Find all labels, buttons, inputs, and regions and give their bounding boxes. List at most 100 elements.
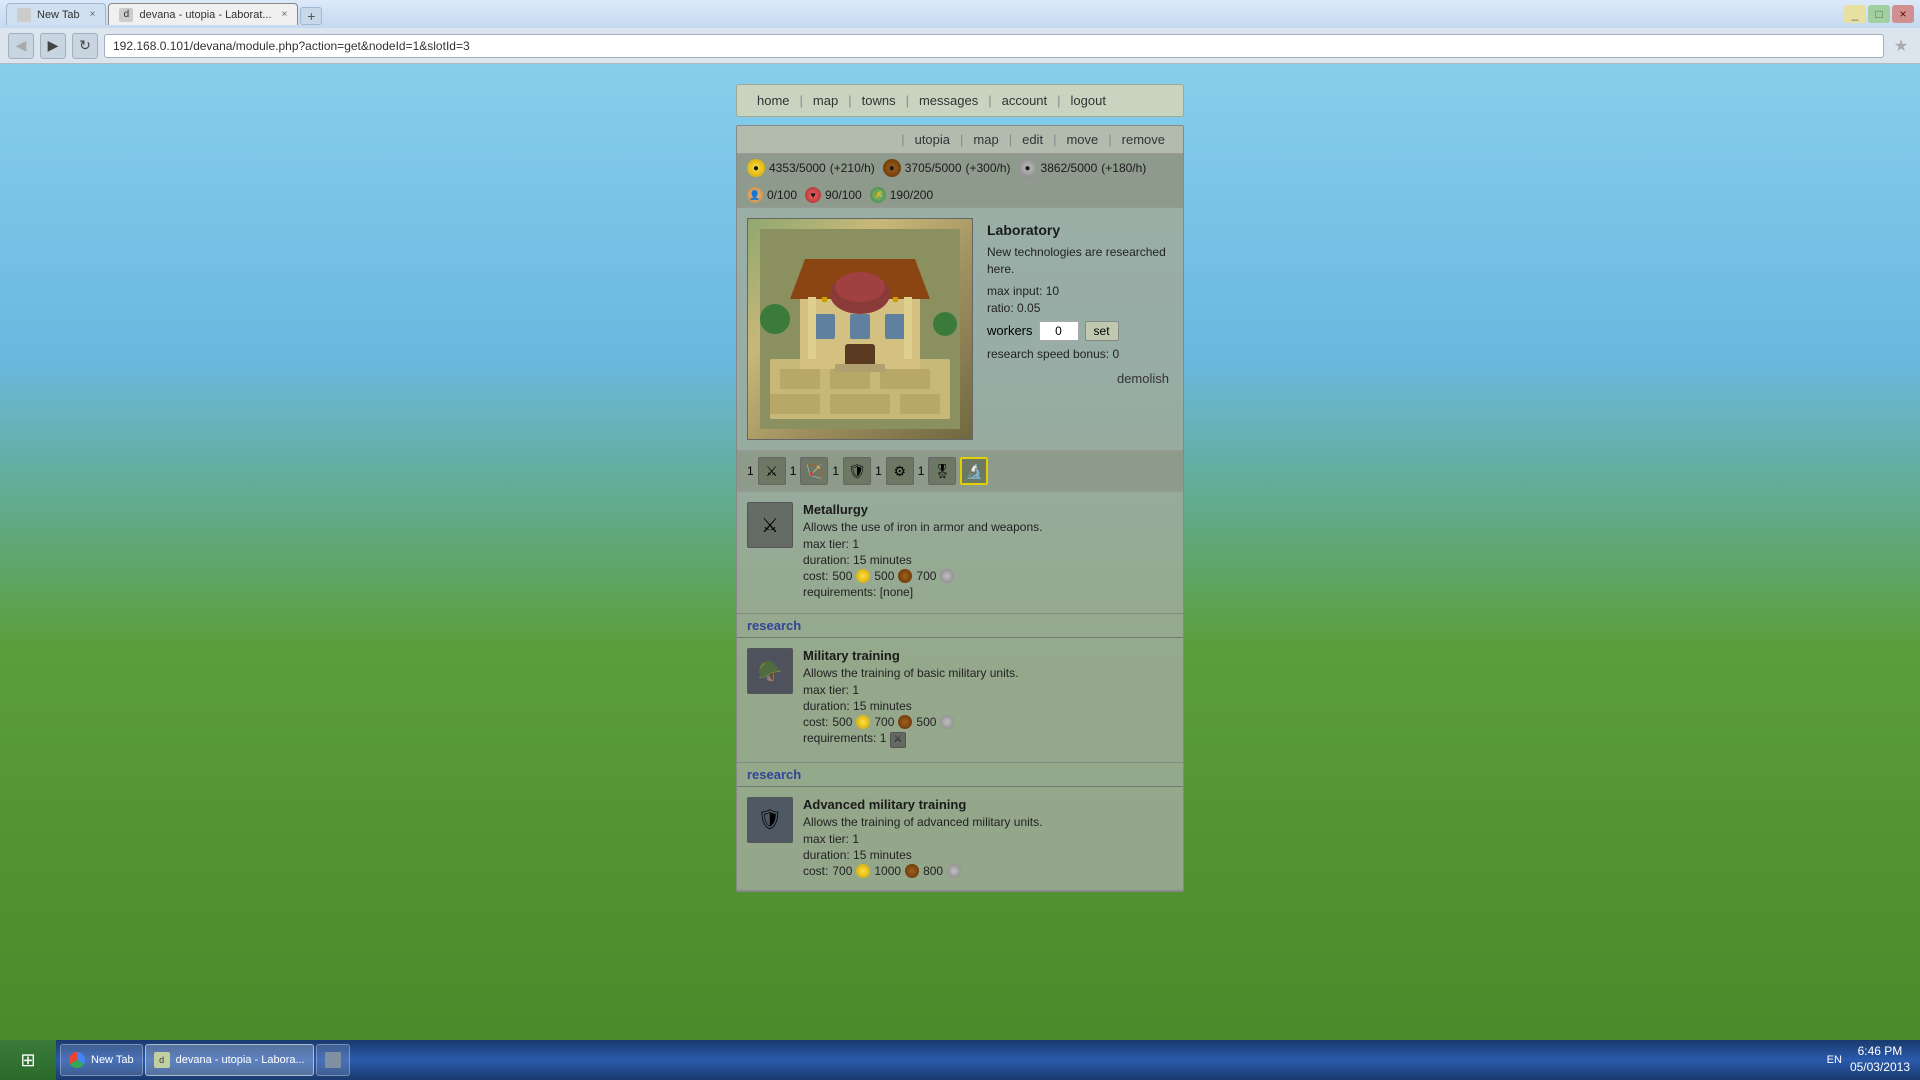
browser-tabs: New Tab × d devana - utopia - Laborat...… (6, 3, 1844, 25)
slot-number-2: 1 (790, 464, 797, 478)
population-value: 0/100 (767, 188, 797, 202)
cost-gold-icon-3 (856, 864, 870, 878)
action-edit[interactable]: edit (1014, 130, 1051, 149)
nav-home[interactable]: home (749, 91, 798, 110)
building-description: New technologies are researched here. (987, 244, 1169, 278)
address-bar[interactable] (104, 34, 1884, 58)
action-utopia[interactable]: utopia (907, 130, 958, 149)
research-military-row: research (737, 763, 1183, 787)
building-svg (760, 229, 960, 429)
action-map[interactable]: map (965, 130, 1006, 149)
slot-icon-6-active: 🔬 (960, 457, 988, 485)
slot-1[interactable]: ⚔ (758, 457, 786, 485)
tech-military-icon: 🪖 (747, 648, 793, 694)
tech-metallurgy-icon: ⚔ (747, 502, 793, 548)
reload-button[interactable]: ↻ (72, 33, 98, 59)
taskbar-tab-chrome[interactable]: New Tab (60, 1044, 143, 1076)
tech-military-duration: duration: 15 minutes (803, 699, 1173, 713)
workers-label: workers (987, 323, 1033, 338)
building-ratio: ratio: 0.05 (987, 301, 1169, 315)
nav-account[interactable]: account (994, 91, 1056, 110)
research-metallurgy-row: research (737, 614, 1183, 638)
tab-favicon (17, 8, 31, 22)
browser-window-controls: _ □ × (1844, 5, 1914, 23)
taskbar-tab-other[interactable] (316, 1044, 350, 1076)
demolish-link[interactable]: demolish (987, 371, 1169, 386)
slot-4[interactable]: ⚙ (886, 457, 914, 485)
slots-bar: 1 ⚔ 1 🏹 1 🛡 1 ⚙ 1 (737, 451, 1183, 492)
wood-icon: ● (883, 159, 901, 177)
cost-stone-icon-3 (947, 864, 961, 878)
forward-button[interactable]: ▶ (40, 33, 66, 59)
nav-towns[interactable]: towns (854, 91, 904, 110)
wood-value: 3705/5000 (905, 161, 962, 175)
cost-gold-icon-2 (856, 715, 870, 729)
close-tab-1[interactable]: × (90, 9, 96, 20)
action-bar: | utopia | map | edit | move | remove (737, 126, 1183, 154)
taskbar-tab-devana[interactable]: d devana - utopia - Labora... (145, 1044, 314, 1076)
tech-military-details: Military training Allows the training of… (803, 648, 1173, 752)
page-content: home | map | towns | messages | account … (0, 64, 1920, 1040)
gold-bonus: (+210/h) (830, 161, 875, 175)
slot-icon-1: ⚔ (758, 457, 786, 485)
slot-2[interactable]: 🏹 (800, 457, 828, 485)
close-tab-2[interactable]: × (282, 9, 288, 20)
action-move[interactable]: move (1058, 130, 1106, 149)
workers-input[interactable] (1039, 321, 1079, 341)
maximize-button[interactable]: □ (1868, 5, 1890, 23)
new-tab-button[interactable]: + (300, 7, 322, 25)
cost-wood-icon-1 (898, 569, 912, 583)
start-button[interactable]: ⊞ (0, 1040, 56, 1080)
taskbar-tab-title-1: New Tab (91, 1054, 134, 1066)
taskbar-items: New Tab d devana - utopia - Labora... (56, 1044, 1817, 1076)
req-icon-military: ⚔ (890, 732, 906, 748)
browser-toolbar: ◀ ▶ ↻ ★ (0, 28, 1920, 64)
close-button[interactable]: × (1892, 5, 1914, 23)
cost-gold-icon-1 (856, 569, 870, 583)
taskbar-clock: 6:46 PM 05/03/2013 (1850, 1044, 1910, 1075)
slot-5[interactable]: 🎖 (928, 457, 956, 485)
tech-military-training: 🪖 Military training Allows the training … (737, 638, 1183, 763)
tech-advanced-name: Advanced military training (803, 797, 1173, 812)
population-icon: 👤 (747, 187, 763, 203)
browser-tab-newtab[interactable]: New Tab × (6, 3, 106, 25)
back-button[interactable]: ◀ (8, 33, 34, 59)
stat-population: 👤 0/100 (747, 187, 797, 203)
minimize-button[interactable]: _ (1844, 5, 1866, 23)
tech-advanced-details: Advanced military training Allows the tr… (803, 797, 1173, 880)
slot-6-active[interactable]: 🔬 (960, 457, 988, 485)
slot-icon-4: ⚙ (886, 457, 914, 485)
game-panel: home | map | towns | messages | account … (736, 84, 1184, 1020)
browser-window: New Tab × d devana - utopia - Laborat...… (0, 0, 1920, 1040)
taskbar-right: EN 6:46 PM 05/03/2013 (1817, 1044, 1920, 1075)
research-metallurgy-link[interactable]: research (747, 618, 801, 633)
tech-advanced-desc: Allows the training of advanced military… (803, 815, 1173, 829)
tech-military-cost: cost: 500 700 500 (803, 715, 1173, 729)
bookmark-star-icon[interactable]: ★ (1890, 35, 1912, 57)
nav-logout[interactable]: logout (1063, 91, 1114, 110)
tech-military-tier: max tier: 1 (803, 683, 1173, 697)
tech-metallurgy: ⚔ Metallurgy Allows the use of iron in a… (737, 492, 1183, 614)
resource-wood: ● 3705/5000 (+300/h) (883, 159, 1011, 177)
slot-3[interactable]: 🛡 (843, 457, 871, 485)
building-max-input: max input: 10 (987, 284, 1169, 298)
browser-tab-active[interactable]: d devana - utopia - Laborat... × (108, 3, 298, 25)
food-value: 190/200 (890, 188, 933, 202)
cost-stone-icon-1 (940, 569, 954, 583)
set-workers-button[interactable]: set (1085, 321, 1119, 341)
action-remove[interactable]: remove (1114, 130, 1173, 149)
clock-time: 6:46 PM (1850, 1044, 1910, 1060)
research-military-link[interactable]: research (747, 767, 801, 782)
devana-icon: d (154, 1052, 170, 1068)
tab-title-1: New Tab (37, 9, 80, 21)
other-icon (325, 1052, 341, 1068)
tech-metallurgy-cost: cost: 500 500 700 (803, 569, 1173, 583)
slot-number-1: 1 (747, 464, 754, 478)
tech-military-name: Military training (803, 648, 1173, 663)
nav-messages[interactable]: messages (911, 91, 986, 110)
slot-number-4: 1 (875, 464, 882, 478)
nav-map[interactable]: map (805, 91, 846, 110)
cost-stone-icon-2 (940, 715, 954, 729)
research-speed-bonus: research speed bonus: 0 (987, 347, 1169, 361)
building-name: Laboratory (987, 222, 1169, 238)
